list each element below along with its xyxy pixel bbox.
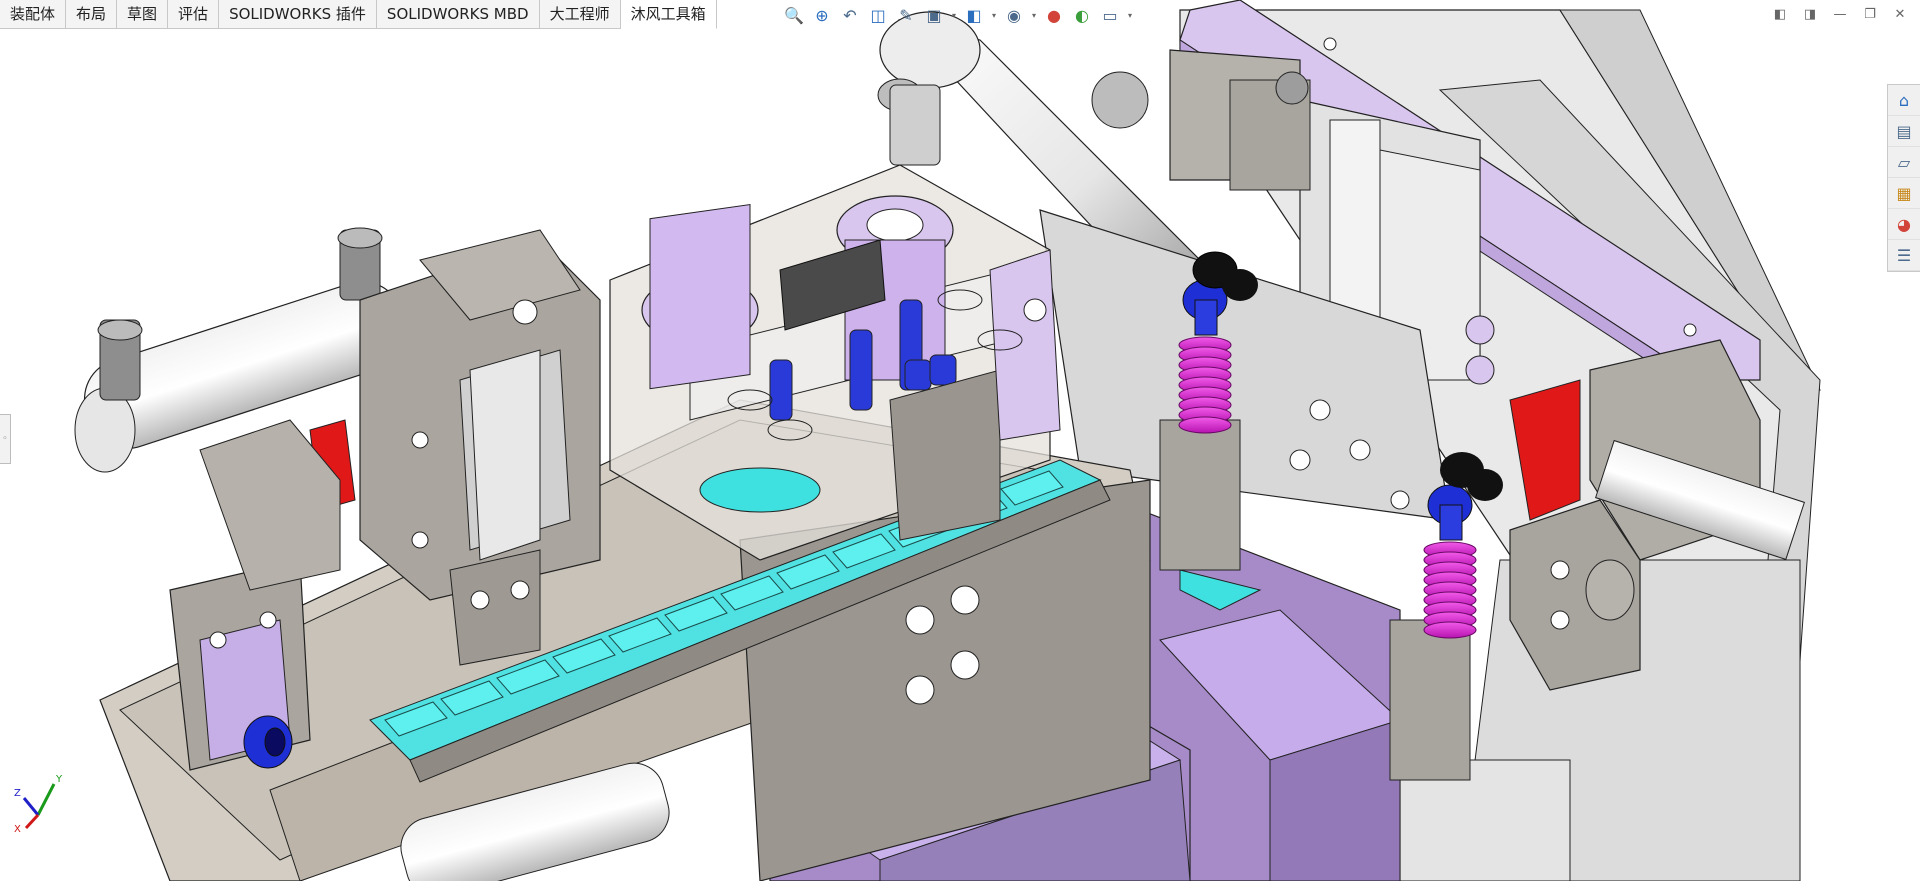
- tab-4[interactable]: SOLIDWORKS 插件: [219, 0, 377, 28]
- x-axis: [24, 813, 40, 830]
- home-icon[interactable]: ⌂: [1888, 85, 1920, 116]
- edit-appearance-icon[interactable]: ●: [1042, 3, 1066, 27]
- file-explorer-icon[interactable]: ▱: [1888, 147, 1920, 178]
- section-view-icon[interactable]: ◫: [866, 3, 890, 27]
- coordinate-triad: Y Z X: [14, 774, 63, 835]
- heads-up-view-toolbar: 🔍 ⊕ ↶ ◫ ✎ ▣ ▾ ◧ ▾ ◉ ▾ ● ◐ ▭ ▾: [782, 2, 1134, 28]
- z-axis-label: Z: [14, 788, 21, 799]
- y-axis-label: Y: [55, 774, 63, 785]
- tab-2[interactable]: 草图: [117, 0, 169, 28]
- minimize-icon[interactable]: —: [1830, 4, 1850, 24]
- chevron-down-icon[interactable]: ▾: [990, 3, 998, 27]
- custom-properties-icon[interactable]: ☰: [1888, 240, 1920, 271]
- previous-view-icon[interactable]: ↶: [838, 3, 862, 27]
- appearances-icon[interactable]: ◕: [1888, 209, 1920, 240]
- tab-6[interactable]: 大工程师: [539, 0, 621, 28]
- design-library-icon[interactable]: ▤: [1888, 116, 1920, 147]
- graphics-area[interactable]: [0, 0, 1920, 881]
- tab-5[interactable]: SOLIDWORKS MBD: [376, 0, 540, 28]
- zoom-to-fit-icon[interactable]: 🔍: [782, 3, 806, 27]
- tab-3[interactable]: 评估: [168, 0, 220, 28]
- dynamic-annotation-icon[interactable]: ✎: [894, 3, 918, 27]
- x-axis-label: X: [14, 824, 21, 835]
- restore-icon[interactable]: ❐: [1860, 4, 1880, 24]
- y-axis: [36, 783, 56, 816]
- task-pane: ⌂ ▤ ▱ ▦ ◕ ☰: [1887, 84, 1920, 272]
- command-manager-tabs: 装配体 布局 草图 评估 SOLIDWORKS 插件 SOLIDWORKS MBD 大工程师…: [0, 0, 717, 29]
- spring-coil: [1423, 621, 1477, 639]
- z-axis: [22, 797, 40, 816]
- tab-0[interactable]: 装配体: [0, 0, 67, 28]
- chevron-down-icon[interactable]: ▾: [1030, 3, 1038, 27]
- view-settings-icon[interactable]: ▭: [1098, 3, 1122, 27]
- feature-manager-collapse-handle[interactable]: ◦: [0, 414, 11, 464]
- display-style-icon[interactable]: ◧: [962, 3, 986, 27]
- tile-left-icon[interactable]: ◧: [1770, 4, 1790, 24]
- tile-right-icon[interactable]: ◨: [1800, 4, 1820, 24]
- apply-scene-icon[interactable]: ◐: [1070, 3, 1094, 27]
- close-icon[interactable]: ✕: [1890, 4, 1910, 24]
- tab-7[interactable]: 沐风工具箱: [620, 0, 717, 29]
- hide-show-items-icon[interactable]: ◉: [1002, 3, 1026, 27]
- tab-1[interactable]: 布局: [66, 0, 118, 28]
- center-fixture: [609, 164, 1061, 561]
- chevron-down-icon[interactable]: ▾: [950, 3, 958, 27]
- zoom-to-area-icon[interactable]: ⊕: [810, 3, 834, 27]
- document-window-controls: ◧ ◨ — ❐ ✕: [1770, 4, 1910, 24]
- view-palette-icon[interactable]: ▦: [1888, 178, 1920, 209]
- view-orientation-icon[interactable]: ▣: [922, 3, 946, 27]
- spring-coil: [1178, 416, 1232, 434]
- chevron-down-icon[interactable]: ▾: [1126, 3, 1134, 27]
